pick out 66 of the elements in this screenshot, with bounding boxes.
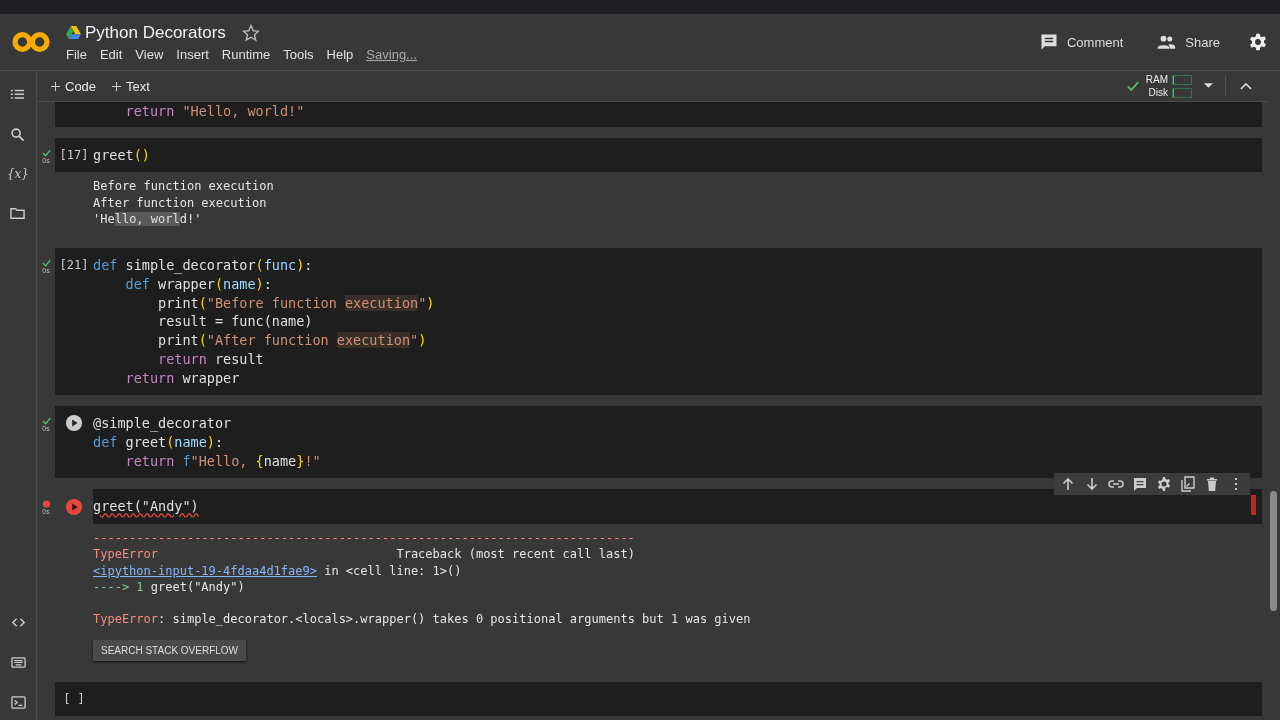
code-line: @simple_decorator xyxy=(93,414,233,433)
code-line: def wrapper(name): xyxy=(124,275,273,294)
move-up-icon[interactable] xyxy=(1060,476,1076,493)
output-line: 'Hello, world!' xyxy=(93,211,203,228)
code-line: return "Hello, world!" xyxy=(124,102,306,121)
output-line: <ipython-input-19-4fdaa4d1fae9> in <cell line: 1>() xyxy=(93,562,463,579)
output-line: ----> 1 greet("Andy") xyxy=(93,578,246,596)
menu-item[interactable]: Edit xyxy=(99,46,123,62)
settings-icon[interactable] xyxy=(1248,32,1268,52)
add-cell-button[interactable]: Text xyxy=(108,76,154,96)
plus-icon xyxy=(112,81,122,91)
logo-icon xyxy=(12,30,50,54)
menu-item[interactable]: Runtime xyxy=(221,46,271,62)
output-line: TypeError Traceback (most recent call last) xyxy=(93,546,636,563)
code-line: return result xyxy=(157,349,265,369)
comment-icon xyxy=(1038,32,1059,52)
connected-check-icon xyxy=(1125,79,1140,93)
menu-item[interactable]: Help xyxy=(326,46,354,62)
output-line: Before function execution xyxy=(93,178,275,195)
output-line: TypeError: simple_decorator.<locals>.wrapper() takes 0 positional arguments but 1 was given xyxy=(93,611,752,628)
code-line: result = func(name) xyxy=(157,312,314,332)
move-down-icon[interactable] xyxy=(1084,476,1100,493)
output-line: --------------------------------------------------------------------------- xyxy=(93,530,636,547)
scrollbar-thumb[interactable] xyxy=(1270,491,1277,611)
resource-meter[interactable] xyxy=(1172,74,1192,85)
search-stack-overflow-button[interactable]: SEARCH STACK OVERFLOW xyxy=(93,639,247,661)
plus-icon xyxy=(51,81,60,91)
mirror-icon[interactable] xyxy=(1180,476,1196,493)
add-cell-button[interactable]: Code xyxy=(47,76,101,96)
execution-count: [21] xyxy=(59,257,89,273)
collapse-icon[interactable] xyxy=(1240,82,1252,90)
code-line: greet() xyxy=(93,145,151,165)
variables-button[interactable]: {x} xyxy=(6,167,29,181)
trash-icon[interactable] xyxy=(1204,476,1220,493)
comment-icon[interactable] xyxy=(1132,476,1148,493)
output-line: After function execution xyxy=(93,194,268,211)
menu-item[interactable]: View xyxy=(135,46,164,62)
comment-button[interactable]: Comment xyxy=(1034,28,1128,56)
dropdown-icon[interactable] xyxy=(1204,83,1213,89)
folder-icon[interactable] xyxy=(10,206,26,221)
code-line: greet("Andy") xyxy=(93,497,200,517)
menu-item[interactable]: File xyxy=(66,46,87,62)
code-line: def greet(name): xyxy=(93,432,225,452)
code-line: print("After function execution") xyxy=(157,331,428,350)
resource-meter[interactable] xyxy=(1172,87,1192,98)
keyboard-icon[interactable] xyxy=(10,655,26,670)
run-button[interactable] xyxy=(65,414,83,433)
resource-label: RAM xyxy=(1145,73,1168,86)
settings-icon[interactable] xyxy=(1156,476,1172,493)
code-line: return wrapper xyxy=(124,368,241,388)
terminal-icon[interactable] xyxy=(10,695,26,710)
execution-count: [ ] xyxy=(63,690,85,706)
notebook-title[interactable]: Python Decorators xyxy=(85,22,226,43)
menu-item[interactable]: Insert xyxy=(176,46,209,62)
execution-count: [17] xyxy=(59,146,89,162)
drive-icon xyxy=(66,26,81,39)
code-line: def simple_decorator(func): xyxy=(93,256,314,275)
share-button[interactable]: Share xyxy=(1151,28,1224,56)
table-of-contents-icon[interactable] xyxy=(10,87,26,102)
code-line: return f"Hello, {name}!" xyxy=(124,451,322,471)
search-icon[interactable] xyxy=(10,127,26,142)
resource-label: Disk xyxy=(1148,86,1168,99)
star-icon[interactable] xyxy=(241,23,260,42)
menu-item[interactable]: Tools xyxy=(283,46,314,62)
save-status[interactable]: Saving... xyxy=(366,46,417,62)
code-line: print("Before function execution") xyxy=(157,293,436,313)
